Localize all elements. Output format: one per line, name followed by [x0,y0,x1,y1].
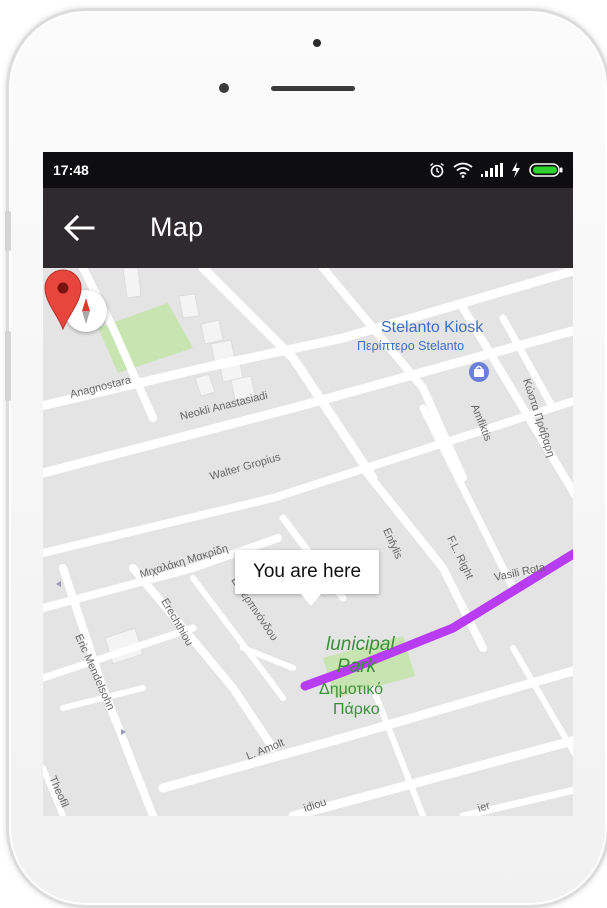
wifi-icon [453,162,473,178]
poi-subname: Περίπτερο Stelanto [357,339,464,353]
map-canvas: Anagnostara Neokli Anastasiadi Walter Gr… [43,268,573,816]
shopping-bag-icon[interactable] [469,362,489,382]
poi-subname: Δημοτικό [319,681,383,698]
marker-info-window[interactable]: You are here [235,550,379,606]
poi-subname: Πάρκο [333,701,380,718]
park-label: Park [337,656,378,677]
charging-icon [512,162,520,178]
map-view[interactable]: Anagnostara Neokli Anastasiadi Walter Gr… [43,268,573,816]
phone-side-button [5,211,11,251]
phone-side-button [5,331,11,401]
marker-label: You are here [252,561,362,582]
park-label: lunicipal [326,634,395,655]
arrow-left-icon[interactable] [63,214,95,242]
status-bar: 17:48 [43,152,573,188]
poi-name: Stelanto Kiosk [381,319,484,336]
signal-icon [481,163,503,177]
alarm-icon [430,162,444,178]
proximity-sensor [219,83,229,93]
phone-screen: 17:48 Map Anagnostara Neokli Anastasiadi… [43,152,573,816]
page-title: Map [150,212,204,242]
app-bar: Map [43,188,573,268]
front-camera [313,39,321,47]
status-icons [429,161,563,179]
battery-icon [529,163,563,177]
location-pin-icon[interactable] [43,268,83,330]
status-time: 17:48 [53,162,89,178]
earpiece-speaker [271,86,355,91]
